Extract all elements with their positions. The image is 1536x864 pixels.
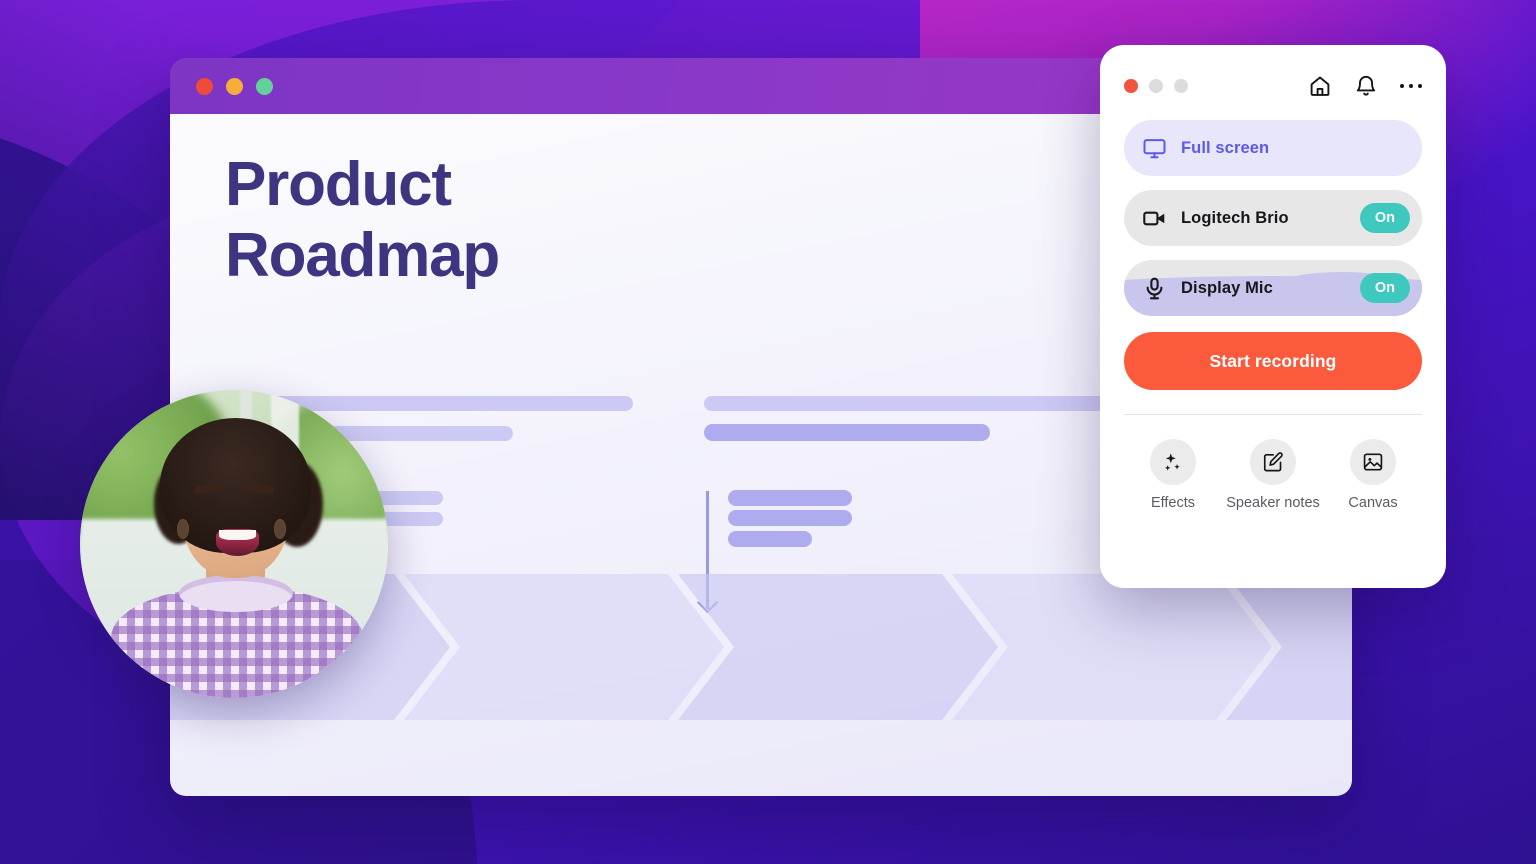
device-toggle-microphone[interactable]: On <box>1359 272 1410 304</box>
panel-close-button[interactable] <box>1124 79 1138 93</box>
device-name-microphone: Display Mic <box>1181 278 1273 297</box>
more-icon[interactable] <box>1399 83 1422 89</box>
device-toggle-camera[interactable]: On <box>1359 202 1410 234</box>
panel-header <box>1124 67 1422 105</box>
window-maximize-button[interactable] <box>256 77 273 95</box>
webcam-person-teeth <box>218 529 256 541</box>
device-row-microphone[interactable]: Display Mic On <box>1124 260 1422 316</box>
start-recording-button[interactable]: Start recording <box>1124 332 1422 390</box>
note-pencil-icon <box>1250 439 1296 485</box>
screenshot-stage: Product Roadmap Full screen Logitech Bri… <box>0 0 1536 864</box>
webcam-person-eye <box>249 499 268 507</box>
recorder-panel: Full screen Logitech Brio On Display Mic… <box>1100 45 1446 588</box>
speaker-notes-label: Speaker notes <box>1226 495 1320 511</box>
effects-label: Effects <box>1150 495 1196 511</box>
canvas-button[interactable]: Canvas <box>1330 439 1416 511</box>
panel-minimize-button[interactable] <box>1149 79 1163 93</box>
camera-icon <box>1142 206 1167 231</box>
panel-divider <box>1124 414 1422 415</box>
placeholder-bar <box>704 424 990 441</box>
roadmap-chevron <box>404 574 724 720</box>
microphone-icon <box>1142 276 1167 301</box>
bell-icon[interactable] <box>1354 74 1378 98</box>
monitor-icon <box>1142 136 1167 161</box>
webcam-person-eye <box>200 499 219 507</box>
panel-traffic-lights <box>1124 79 1188 93</box>
quick-actions: Effects Speaker notes Canvas <box>1124 439 1422 511</box>
roadmap-chevron <box>952 574 1272 720</box>
fullscreen-label: Full screen <box>1181 138 1270 157</box>
panel-maximize-button[interactable] <box>1174 79 1188 93</box>
device-name-camera: Logitech Brio <box>1181 208 1289 227</box>
image-icon <box>1350 439 1396 485</box>
placeholder-bar <box>728 531 812 547</box>
window-close-button[interactable] <box>196 77 213 95</box>
effects-button[interactable]: Effects <box>1130 439 1216 511</box>
slide-title: Product Roadmap <box>225 150 500 290</box>
panel-header-actions <box>1308 74 1422 98</box>
device-row-camera[interactable]: Logitech Brio On <box>1124 190 1422 246</box>
placeholder-bar <box>728 510 852 526</box>
sparkle-icon <box>1150 439 1196 485</box>
window-minimize-button[interactable] <box>226 77 243 95</box>
webcam-bubble[interactable] <box>80 390 388 698</box>
roadmap-chevron <box>678 574 998 720</box>
speaker-notes-button[interactable]: Speaker notes <box>1226 439 1320 511</box>
placeholder-bar <box>728 490 852 506</box>
canvas-label: Canvas <box>1348 495 1398 511</box>
webcam-person-collar <box>178 574 293 612</box>
home-icon[interactable] <box>1308 74 1332 98</box>
fullscreen-button[interactable]: Full screen <box>1124 120 1422 176</box>
